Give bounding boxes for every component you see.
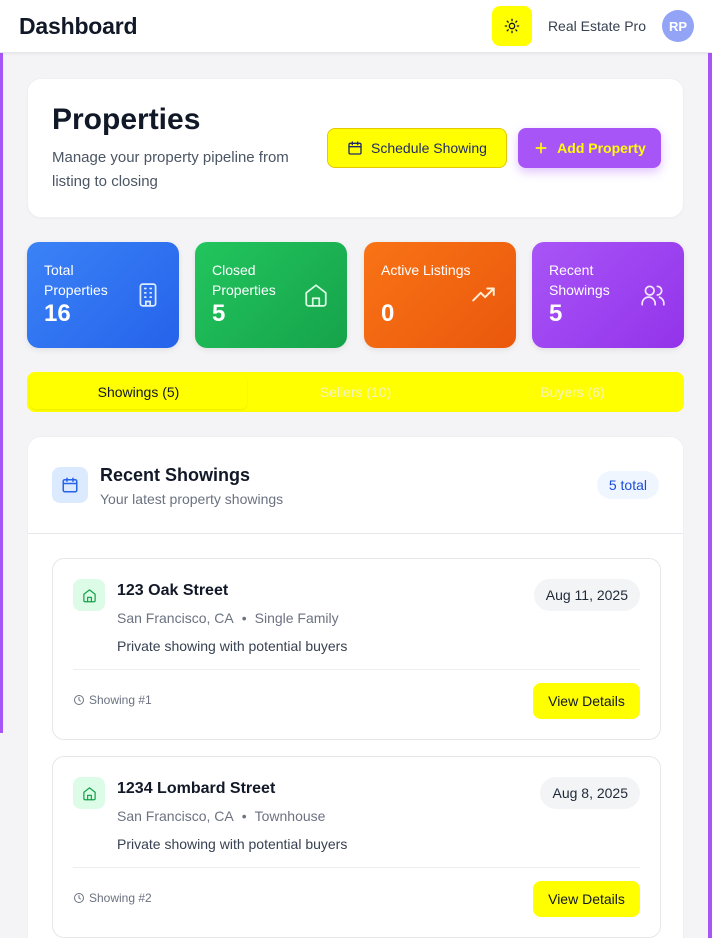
schedule-showing-label: Schedule Showing <box>371 140 487 156</box>
stat-card-total-properties: Total Properties 16 <box>27 242 179 348</box>
showing-date: Aug 8, 2025 <box>540 777 640 809</box>
calendar-icon <box>52 467 88 503</box>
showing-note: Private showing with potential buyers <box>117 638 348 654</box>
tab-showings[interactable]: Showings (5) <box>30 375 247 409</box>
trending-up-icon <box>472 287 495 302</box>
stat-card-recent-showings: Recent Showings 5 <box>532 242 684 348</box>
plus-icon <box>535 142 547 154</box>
showing-card: 1234 Lombard Street San Francisco, CA • … <box>52 756 661 938</box>
user-avatar[interactable]: RP <box>662 10 694 42</box>
sun-icon <box>504 18 520 34</box>
app-title: Dashboard <box>19 12 138 39</box>
home-icon <box>305 284 327 307</box>
showing-number: Showing #1 <box>73 693 152 707</box>
stat-card-active-listings: Active Listings 0 <box>364 242 516 348</box>
stat-value: 5 <box>212 300 226 327</box>
right-scroll-accent <box>708 52 712 938</box>
stat-label: Recent Showings <box>549 262 610 298</box>
building-icon <box>139 283 157 307</box>
add-property-button[interactable]: Add Property <box>518 128 661 168</box>
stat-value: 5 <box>549 300 563 327</box>
top-bar: Dashboard Real Estate Pro RP <box>0 0 712 53</box>
calendar-icon <box>348 141 362 155</box>
schedule-showing-button[interactable]: Schedule Showing <box>327 128 507 168</box>
recent-showings-panel: Recent Showings Your latest property sho… <box>27 436 684 938</box>
meta-separator: • <box>241 610 247 626</box>
property-address: 123 Oak Street <box>117 582 229 599</box>
theme-toggle-button[interactable] <box>491 6 532 46</box>
property-meta: San Francisco, CA • Townhouse <box>117 808 325 824</box>
stat-value: 16 <box>44 300 71 327</box>
property-city: San Francisco, CA <box>117 808 234 824</box>
stat-label: Total Properties <box>44 262 108 298</box>
property-meta: San Francisco, CA • Single Family <box>117 610 339 626</box>
total-count-badge: 5 total <box>596 471 659 499</box>
view-details-button[interactable]: View Details <box>533 881 640 917</box>
showing-card: 123 Oak Street San Francisco, CA • Singl… <box>52 558 661 740</box>
panel-subtitle: Your latest property showings <box>100 491 284 507</box>
home-icon <box>73 579 105 611</box>
stat-value: 0 <box>381 300 395 327</box>
clock-icon <box>74 695 84 705</box>
page-subtitle: Manage your property pipeline from listi… <box>52 149 289 190</box>
properties-header-card: Properties Manage your property pipeline… <box>27 78 684 218</box>
showing-number: Showing #2 <box>73 891 152 905</box>
page-title: Properties <box>52 103 201 136</box>
clock-icon <box>74 893 84 903</box>
showing-note: Private showing with potential buyers <box>117 836 348 852</box>
users-icon <box>641 285 665 306</box>
showing-number-label: Showing #2 <box>89 891 152 905</box>
left-accent-bar <box>0 0 3 733</box>
tab-bar: Showings (5) Sellers (10) Buyers (6) <box>27 372 684 412</box>
property-type: Single Family <box>254 610 339 626</box>
stat-card-closed-properties: Closed Properties 5 <box>195 242 347 348</box>
stat-label: Closed Properties <box>212 262 276 298</box>
property-address: 1234 Lombard Street <box>117 780 276 797</box>
panel-header: Recent Showings Your latest property sho… <box>28 437 683 534</box>
property-type: Townhouse <box>254 808 326 824</box>
organization-name: Real Estate Pro <box>547 18 646 34</box>
showing-date: Aug 11, 2025 <box>533 579 640 611</box>
divider <box>73 669 640 670</box>
add-property-label: Add Property <box>557 140 646 156</box>
top-bar-actions: Real Estate Pro RP <box>491 6 694 46</box>
showing-number-label: Showing #1 <box>89 693 152 707</box>
tab-buyers[interactable]: Buyers (6) <box>464 375 681 409</box>
stat-label: Active Listings <box>381 262 471 278</box>
property-city: San Francisco, CA <box>117 610 234 626</box>
divider <box>73 867 640 868</box>
view-details-button[interactable]: View Details <box>533 683 640 719</box>
tab-sellers[interactable]: Sellers (10) <box>247 375 464 409</box>
home-icon <box>73 777 105 809</box>
meta-separator: • <box>241 808 247 824</box>
panel-title: Recent Showings <box>100 465 251 485</box>
